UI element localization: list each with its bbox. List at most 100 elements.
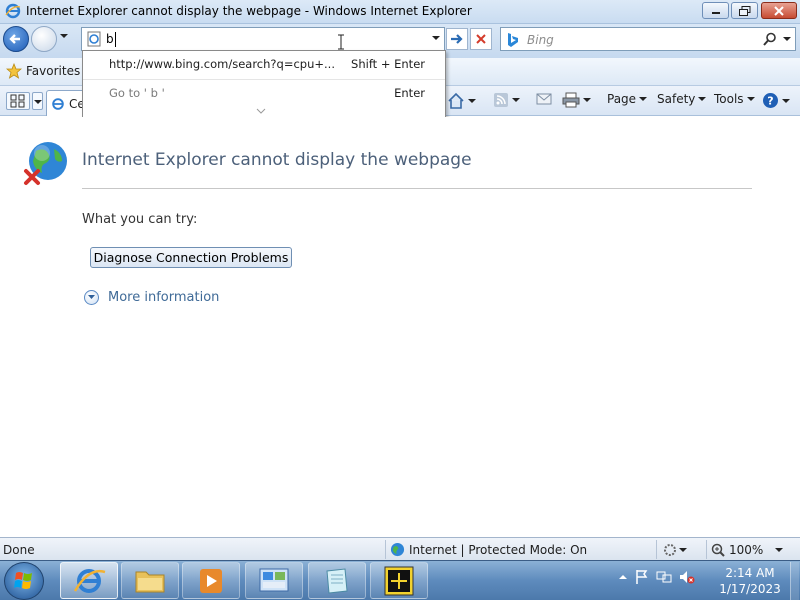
- close-icon: [774, 5, 784, 16]
- clock[interactable]: 2:14 AM 1/17/2023: [712, 565, 788, 597]
- autocomplete-search-suggestion[interactable]: http://www.bing.com/search?q=cpu+... Shi…: [83, 51, 445, 77]
- address-bar[interactable]: b: [81, 27, 445, 51]
- taskbar-media-player[interactable]: [182, 562, 240, 599]
- error-heading: Internet Explorer cannot display the web…: [82, 150, 472, 170]
- svg-text:?: ?: [767, 95, 773, 108]
- status-dropdown-icon: [679, 547, 687, 552]
- zone-label: Internet | Protected Mode: On: [409, 542, 588, 557]
- printer-icon: [562, 92, 580, 108]
- page-menu-caret-icon: [639, 97, 648, 101]
- address-autocomplete-dropdown: http://www.bing.com/search?q=cpu+... Shi…: [82, 50, 446, 120]
- taskbar-internet-explorer[interactable]: [60, 562, 118, 599]
- goto-text: Go to ' b ': [109, 86, 165, 100]
- goto-shortcut: Enter: [394, 86, 425, 100]
- zoom-control[interactable]: 100%: [706, 540, 784, 559]
- address-input[interactable]: b: [106, 32, 116, 47]
- clock-date: 1/17/2023: [719, 582, 781, 596]
- more-information-link[interactable]: More information: [84, 290, 219, 305]
- tab-list-dropdown[interactable]: [32, 92, 43, 110]
- taskbar-control-panel[interactable]: [245, 562, 303, 599]
- taskbar-asrock-utility[interactable]: [370, 562, 428, 599]
- autocomplete-divider: [83, 79, 445, 80]
- back-button[interactable]: [3, 26, 29, 52]
- minimize-icon: [711, 11, 720, 14]
- control-panel-icon: [259, 568, 289, 592]
- suggestion-shortcut: Shift + Enter: [351, 57, 425, 71]
- volume-muted-icon[interactable]: [679, 569, 695, 585]
- restore-button[interactable]: [731, 2, 758, 19]
- go-button[interactable]: [446, 28, 468, 50]
- rss-feed-icon: [494, 93, 508, 107]
- search-options-dropdown[interactable]: [783, 37, 791, 41]
- popup-blocker-status[interactable]: [656, 540, 687, 559]
- tools-menu-caret-icon: [746, 97, 755, 101]
- status-bar: Done Internet | Protected Mode: On 100%: [0, 537, 800, 560]
- what-you-can-try-label: What you can try:: [82, 212, 198, 227]
- restore-icon: [738, 5, 750, 16]
- recent-pages-dropdown[interactable]: [60, 34, 68, 38]
- notepad-icon: [326, 568, 348, 594]
- taskbar-notepad[interactable]: [308, 562, 366, 599]
- read-mail-button[interactable]: [536, 92, 552, 106]
- help-dropdown-icon[interactable]: [782, 98, 790, 103]
- search-box[interactable]: Bing: [500, 27, 796, 51]
- media-player-icon: [200, 569, 222, 593]
- text-cursor-icon: [338, 34, 344, 50]
- action-center-flag-icon[interactable]: [635, 569, 649, 585]
- go-arrow-icon: [451, 34, 463, 44]
- window-title: Internet Explorer cannot display the web…: [26, 4, 472, 18]
- security-zone[interactable]: Internet | Protected Mode: On: [385, 540, 587, 559]
- quick-tabs-button[interactable]: [6, 92, 30, 110]
- taskbar-windows-explorer[interactable]: [121, 562, 179, 599]
- search-icon[interactable]: [763, 32, 777, 46]
- heading-divider: [82, 188, 752, 189]
- ie-page-icon: [52, 97, 64, 110]
- suggestion-url: http://www.bing.com/search?q=cpu+...: [109, 57, 335, 71]
- help-button[interactable]: ?: [762, 92, 790, 109]
- tools-menu[interactable]: Tools: [714, 92, 755, 106]
- ie-logo-icon: [5, 3, 21, 19]
- feeds-button[interactable]: [493, 92, 520, 108]
- minimize-button[interactable]: [702, 2, 729, 19]
- status-text: Done: [3, 543, 35, 557]
- show-desktop-button[interactable]: [790, 562, 799, 600]
- globe-error-icon: [24, 142, 67, 185]
- page-menu-label: Page: [607, 92, 637, 106]
- favorites-button[interactable]: Favorites: [6, 63, 80, 79]
- internet-explorer-icon: [73, 569, 106, 593]
- quick-tabs-icon: [10, 94, 25, 108]
- close-window-button[interactable]: [761, 2, 797, 19]
- bing-icon: [508, 33, 518, 47]
- stop-button[interactable]: [470, 28, 492, 50]
- address-dropdown-icon[interactable]: [432, 36, 440, 40]
- system-tray: [618, 569, 695, 585]
- page-menu[interactable]: Page: [607, 92, 648, 106]
- safety-menu[interactable]: Safety: [657, 92, 707, 106]
- diagnose-connection-button[interactable]: Diagnose Connection Problems: [90, 247, 292, 268]
- page-icon: [87, 31, 101, 47]
- folder-icon: [135, 571, 165, 593]
- home-icon: [448, 92, 464, 109]
- network-icon[interactable]: [656, 569, 672, 585]
- show-hidden-icons-icon[interactable]: [618, 572, 628, 582]
- title-bar: Internet Explorer cannot display the web…: [0, 0, 800, 24]
- safety-menu-label: Safety: [657, 92, 696, 106]
- print-dropdown-icon[interactable]: [583, 98, 591, 102]
- stop-x-icon: [476, 34, 486, 44]
- home-dropdown-icon[interactable]: [468, 99, 476, 103]
- expand-chevron-icon[interactable]: [255, 107, 267, 115]
- start-button[interactable]: [4, 562, 44, 600]
- feeds-dropdown-icon[interactable]: [512, 98, 520, 102]
- help-icon: ?: [763, 93, 778, 108]
- forward-button[interactable]: [31, 26, 57, 52]
- zoom-dropdown-icon: [775, 547, 784, 552]
- print-button[interactable]: [562, 92, 591, 108]
- safety-menu-caret-icon: [698, 97, 707, 101]
- page-content: Internet Explorer cannot display the web…: [0, 117, 800, 537]
- more-information-label: More information: [108, 290, 220, 305]
- taskbar: 2:14 AM 1/17/2023: [0, 560, 800, 600]
- home-button[interactable]: [447, 92, 476, 110]
- zoom-magnifier-icon: [711, 543, 725, 557]
- autocomplete-goto-suggestion[interactable]: Go to ' b ' Enter: [83, 81, 445, 105]
- favorites-label: Favorites: [26, 64, 81, 78]
